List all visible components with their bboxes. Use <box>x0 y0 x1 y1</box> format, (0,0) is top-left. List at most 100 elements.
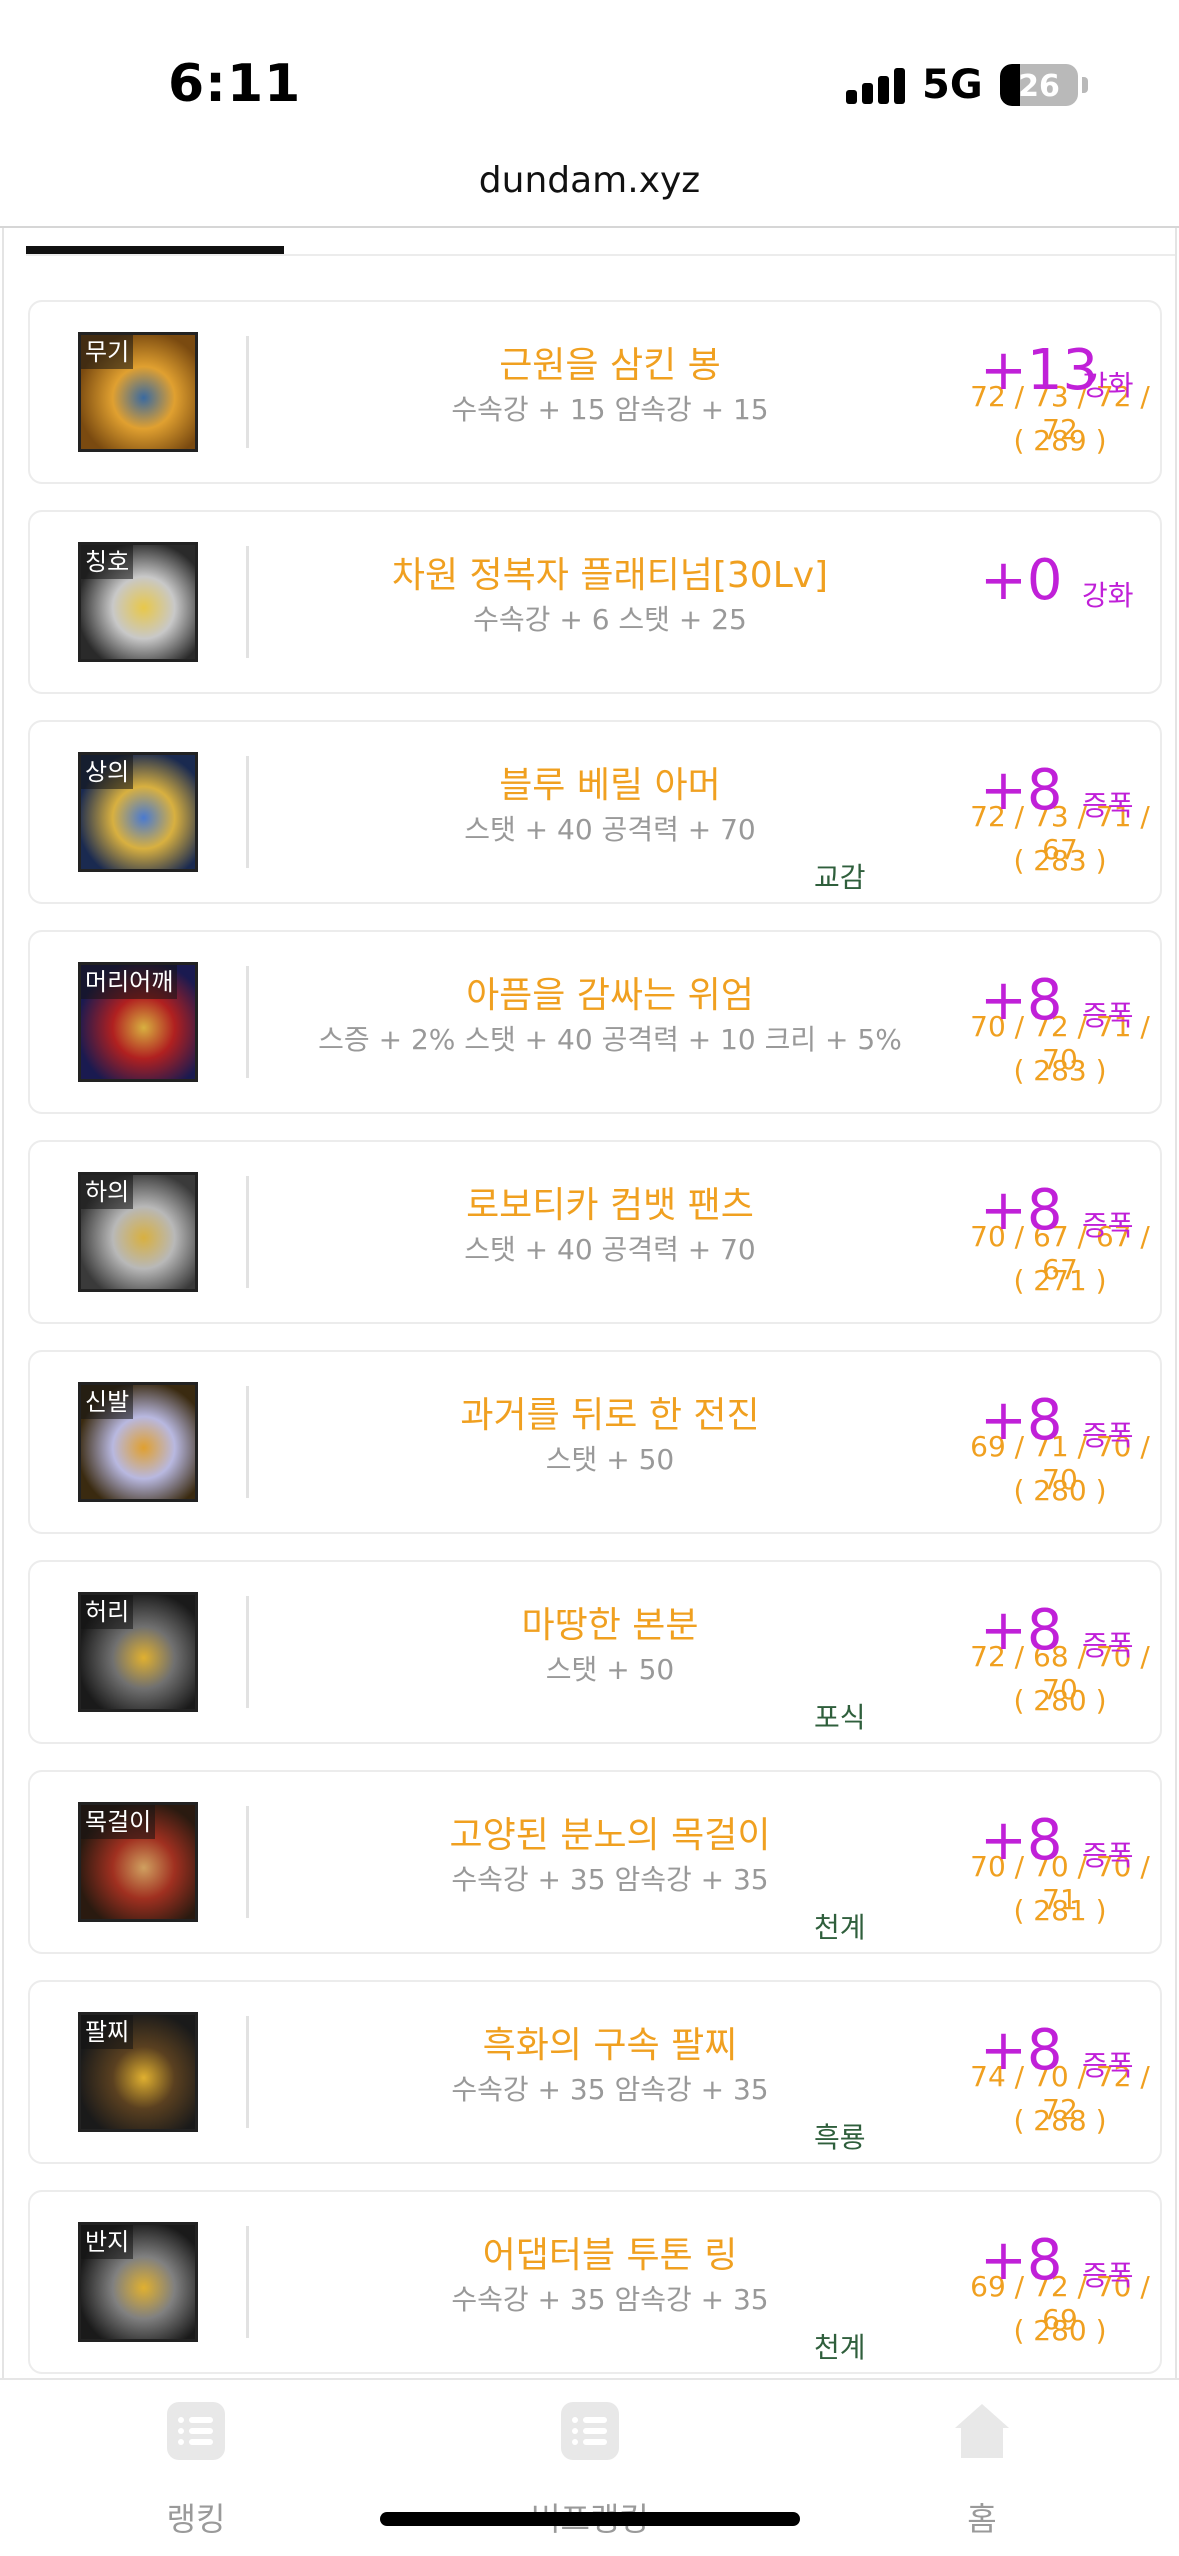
tab-active-indicator[interactable] <box>26 246 284 254</box>
item-image-icon: 신발 <box>78 1382 198 1502</box>
item-name: 과거를 뒤로 한 전진 <box>460 1395 760 1436</box>
item-options: 수속강 + 15 암속강 + 15 <box>451 393 769 426</box>
enhance-level: +8 <box>980 758 1063 823</box>
enhance-type: 증폭 <box>1082 1209 1134 1242</box>
equipment-row[interactable]: 신발 과거를 뒤로 한 전진 스탯 + 50 69 / 71 / 70 / 70… <box>28 1350 1162 1534</box>
row-divider <box>246 336 249 448</box>
item-name: 흑화의 구속 팔찌 <box>482 2025 738 2066</box>
enhance-type: 증폭 <box>1082 1839 1134 1872</box>
enhance-level: +8 <box>980 1598 1063 1663</box>
enhance-level: +13 <box>980 338 1099 403</box>
row-divider <box>246 1596 249 1708</box>
item-stats-total: ( 288 ) <box>1013 2104 1107 2137</box>
equipment-row[interactable]: 상의 블루 베릴 아머 스탯 + 40 공격력 + 70 교감 72 / 73 … <box>28 720 1162 904</box>
item-options: 스증 + 2% 스탯 + 40 공격력 + 10 크리 + 5% <box>318 1023 902 1056</box>
slot-label: 팔찌 <box>81 2015 134 2049</box>
row-divider <box>246 966 249 1078</box>
enhance-level: +8 <box>980 1808 1063 1873</box>
item-stats-total: ( 283 ) <box>1013 1054 1107 1087</box>
nav-label: 홈 <box>967 2500 997 2538</box>
item-options: 스탯 + 40 공격력 + 70 <box>464 1233 756 1266</box>
item-options: 스탯 + 40 공격력 + 70 <box>464 813 756 846</box>
item-options: 수속강 + 35 암속강 + 35 <box>451 2283 769 2316</box>
enhance-type: 증폭 <box>1082 2259 1134 2292</box>
enhance-level: +8 <box>980 1178 1063 1243</box>
slot-label: 하의 <box>81 1175 134 1209</box>
row-divider <box>246 1806 249 1918</box>
url-bar[interactable]: dundam.xyz <box>0 160 1179 201</box>
enhance-type: 증폭 <box>1082 999 1134 1032</box>
item-options: 수속강 + 6 스탯 + 25 <box>473 603 747 636</box>
item-stats-total: ( 280 ) <box>1013 2314 1107 2347</box>
item-stats-total: ( 280 ) <box>1013 1684 1107 1717</box>
signal-icon <box>846 68 906 104</box>
item-name: 어댑터블 투톤 링 <box>482 2235 738 2276</box>
item-tag: 흑룡 <box>814 2121 866 2154</box>
row-divider <box>246 2016 249 2128</box>
item-image-icon: 반지 <box>78 2222 198 2342</box>
slot-label: 목걸이 <box>81 1805 156 1839</box>
status-time: 6:11 <box>168 54 302 114</box>
enhance-type: 증폭 <box>1082 2049 1134 2082</box>
network-label: 5G <box>922 62 983 108</box>
equipment-row[interactable]: 칭호 차원 정복자 플래티넘[30Lv] 수속강 + 6 스탯 + 25 +0 … <box>28 510 1162 694</box>
home-icon <box>955 2404 1009 2458</box>
slot-label: 허리 <box>81 1595 134 1629</box>
tab-strip <box>26 228 1175 256</box>
nav-ranking[interactable]: 랭킹 <box>96 2400 296 2540</box>
enhance-level: +8 <box>980 2228 1063 2293</box>
item-image-icon: 상의 <box>78 752 198 872</box>
enhance-type: 증폭 <box>1082 1629 1134 1662</box>
equipment-row[interactable]: 무기 근원을 삼킨 봉 수속강 + 15 암속강 + 15 72 / 73 / … <box>28 300 1162 484</box>
item-image-icon: 하의 <box>78 1172 198 1292</box>
row-divider <box>246 1386 249 1498</box>
item-image-icon: 허리 <box>78 1592 198 1712</box>
bottom-nav: 랭킹 버프랭킹 홈 <box>0 2378 1179 2556</box>
item-options: 스탯 + 50 <box>545 1653 675 1686</box>
home-indicator <box>380 2512 800 2526</box>
item-name: 아픔을 감싸는 위엄 <box>466 975 754 1016</box>
item-tag: 교감 <box>814 861 866 894</box>
enhance-type: 강화 <box>1082 579 1134 612</box>
slot-label: 머리어깨 <box>81 965 178 999</box>
item-image-icon: 무기 <box>78 332 198 452</box>
equipment-row[interactable]: 하의 로보티카 컴뱃 팬츠 스탯 + 40 공격력 + 70 70 / 67 /… <box>28 1140 1162 1324</box>
item-stats-total: ( 281 ) <box>1013 1894 1107 1927</box>
item-name: 블루 베릴 아머 <box>499 765 721 806</box>
item-stats-total: ( 289 ) <box>1013 424 1107 457</box>
slot-label: 상의 <box>81 755 134 789</box>
item-tag: 포식 <box>814 1701 866 1734</box>
item-stats-total: ( 280 ) <box>1013 1474 1107 1507</box>
item-name: 근원을 삼킨 봉 <box>499 345 721 386</box>
slot-label: 칭호 <box>81 545 134 579</box>
list-icon <box>167 2402 225 2460</box>
equipment-row[interactable]: 반지 어댑터블 투톤 링 수속강 + 35 암속강 + 35 천계 69 / 7… <box>28 2190 1162 2374</box>
item-image-icon: 머리어깨 <box>78 962 198 1082</box>
enhance-type: 증폭 <box>1082 1419 1134 1452</box>
row-divider <box>246 1176 249 1288</box>
battery-percent: 26 <box>1018 69 1060 104</box>
item-tag: 천계 <box>814 2331 866 2364</box>
item-image-icon: 칭호 <box>78 542 198 662</box>
item-stats-total: ( 283 ) <box>1013 844 1107 877</box>
status-bar: 6:11 5G 26 <box>0 0 1179 140</box>
equipment-row[interactable]: 허리 마땅한 본분 스탯 + 50 포식 72 / 68 / 70 / 70 (… <box>28 1560 1162 1744</box>
nav-home[interactable]: 홈 <box>882 2400 1082 2540</box>
item-image-icon: 팔찌 <box>78 2012 198 2132</box>
equipment-row[interactable]: 머리어깨 아픔을 감싸는 위엄 스증 + 2% 스탯 + 40 공격력 + 10… <box>28 930 1162 1114</box>
item-stats-total: ( 271 ) <box>1013 1264 1107 1297</box>
enhance-type: 증폭 <box>1082 789 1134 822</box>
row-divider <box>246 756 249 868</box>
item-options: 스탯 + 50 <box>545 1443 675 1476</box>
enhance-type: 강화 <box>1082 369 1134 402</box>
enhance-level: +8 <box>980 968 1063 1033</box>
item-name: 로보티카 컴뱃 팬츠 <box>466 1185 754 1226</box>
equipment-row[interactable]: 목걸이 고양된 분노의 목걸이 수속강 + 35 암속강 + 35 천계 70 … <box>28 1770 1162 1954</box>
enhance-level: +8 <box>980 2018 1063 2083</box>
list-icon <box>561 2402 619 2460</box>
enhance-level: +8 <box>980 1388 1063 1453</box>
item-name: 고양된 분노의 목걸이 <box>449 1815 771 1856</box>
equipment-list: 무기 근원을 삼킨 봉 수속강 + 15 암속강 + 15 72 / 73 / … <box>28 300 1162 2378</box>
row-divider <box>246 546 249 658</box>
equipment-row[interactable]: 팔찌 흑화의 구속 팔찌 수속강 + 35 암속강 + 35 흑룡 74 / 7… <box>28 1980 1162 2164</box>
